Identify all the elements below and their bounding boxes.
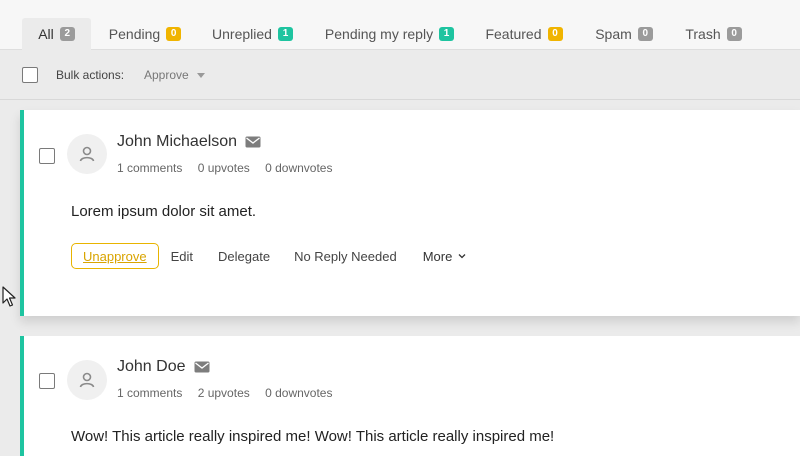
tab-pending[interactable]: Pending 0 (106, 18, 184, 50)
comments-count: 1 comments (117, 161, 183, 175)
comment-card: John Doe 1 comments 2 upvotes 0 downvote… (20, 336, 800, 456)
tab-pending-my-reply[interactable]: Pending my reply 1 (323, 18, 456, 50)
tab-spam[interactable]: Spam 0 (593, 18, 655, 50)
status-tabs: All 2 Pending 0 Unreplied 1 Pending my r… (0, 0, 800, 50)
tab-label: Spam (595, 26, 632, 42)
comment-stats: 1 comments 0 upvotes 0 downvotes (117, 161, 344, 175)
tab-featured[interactable]: Featured 0 (484, 18, 564, 50)
user-icon (79, 372, 95, 388)
comments-count: 1 comments (117, 386, 183, 400)
comment-checkbox[interactable] (39, 373, 55, 389)
mail-icon[interactable] (245, 136, 261, 148)
count-badge: 0 (637, 27, 653, 41)
bulk-actions-bar: Bulk actions: Approve (0, 50, 800, 100)
comment-author: John Michaelson (117, 133, 261, 151)
bulk-actions-label: Bulk actions: (56, 68, 125, 82)
comment-card: John Michaelson 1 comments 0 upvotes 0 d… (20, 110, 800, 316)
more-label: More (422, 248, 453, 264)
delegate-button[interactable]: Delegate (218, 249, 270, 264)
more-menu-button[interactable]: More (423, 249, 469, 264)
tab-unreplied[interactable]: Unreplied 1 (210, 18, 295, 50)
downvotes-count: 0 downvotes (265, 386, 333, 400)
tab-label: Trash (685, 26, 721, 42)
author-name: John Doe (117, 358, 186, 375)
count-badge: 1 (277, 27, 293, 41)
select-all-checkbox[interactable] (22, 67, 38, 83)
upvotes-count: 0 upvotes (197, 161, 250, 175)
mouse-pointer-icon (2, 286, 16, 307)
comment-text: Lorem ipsum dolor sit amet. (71, 203, 257, 220)
count-badge: 0 (547, 27, 563, 41)
tab-label: Pending my reply (324, 26, 434, 42)
comment-stats: 1 comments 2 upvotes 0 downvotes (117, 386, 344, 400)
count-badge: 1 (439, 27, 455, 41)
tab-all[interactable]: All 2 (22, 18, 91, 50)
bulk-actions-select[interactable]: Approve (144, 68, 205, 82)
downvotes-count: 0 downvotes (265, 161, 333, 175)
chevron-down-icon (458, 254, 466, 259)
tab-label: All (38, 26, 54, 42)
avatar (67, 134, 107, 174)
tab-label: Pending (108, 26, 161, 42)
unapprove-button[interactable]: Unapprove (71, 243, 159, 269)
bulk-actions-selected: Approve (144, 68, 189, 82)
comment-checkbox[interactable] (39, 148, 55, 164)
user-icon (79, 146, 95, 162)
count-badge: 0 (726, 27, 742, 41)
mail-icon[interactable] (194, 361, 210, 373)
avatar (67, 360, 107, 400)
count-badge: 2 (59, 27, 75, 41)
count-badge: 0 (166, 27, 182, 41)
author-name: John Michaelson (117, 133, 238, 150)
comment-actions: Unapprove Edit Delegate No Reply Needed … (71, 243, 468, 269)
comment-author: John Doe (117, 358, 210, 376)
tab-label: Featured (485, 26, 542, 42)
comment-text: Wow! This article really inspired me! Wo… (71, 428, 555, 445)
upvotes-count: 2 upvotes (197, 386, 250, 400)
caret-down-icon (196, 72, 205, 78)
edit-button[interactable]: Edit (171, 249, 193, 264)
tab-label: Unreplied (212, 26, 272, 42)
tab-trash[interactable]: Trash 0 (683, 18, 744, 50)
no-reply-needed-button[interactable]: No Reply Needed (294, 249, 397, 264)
